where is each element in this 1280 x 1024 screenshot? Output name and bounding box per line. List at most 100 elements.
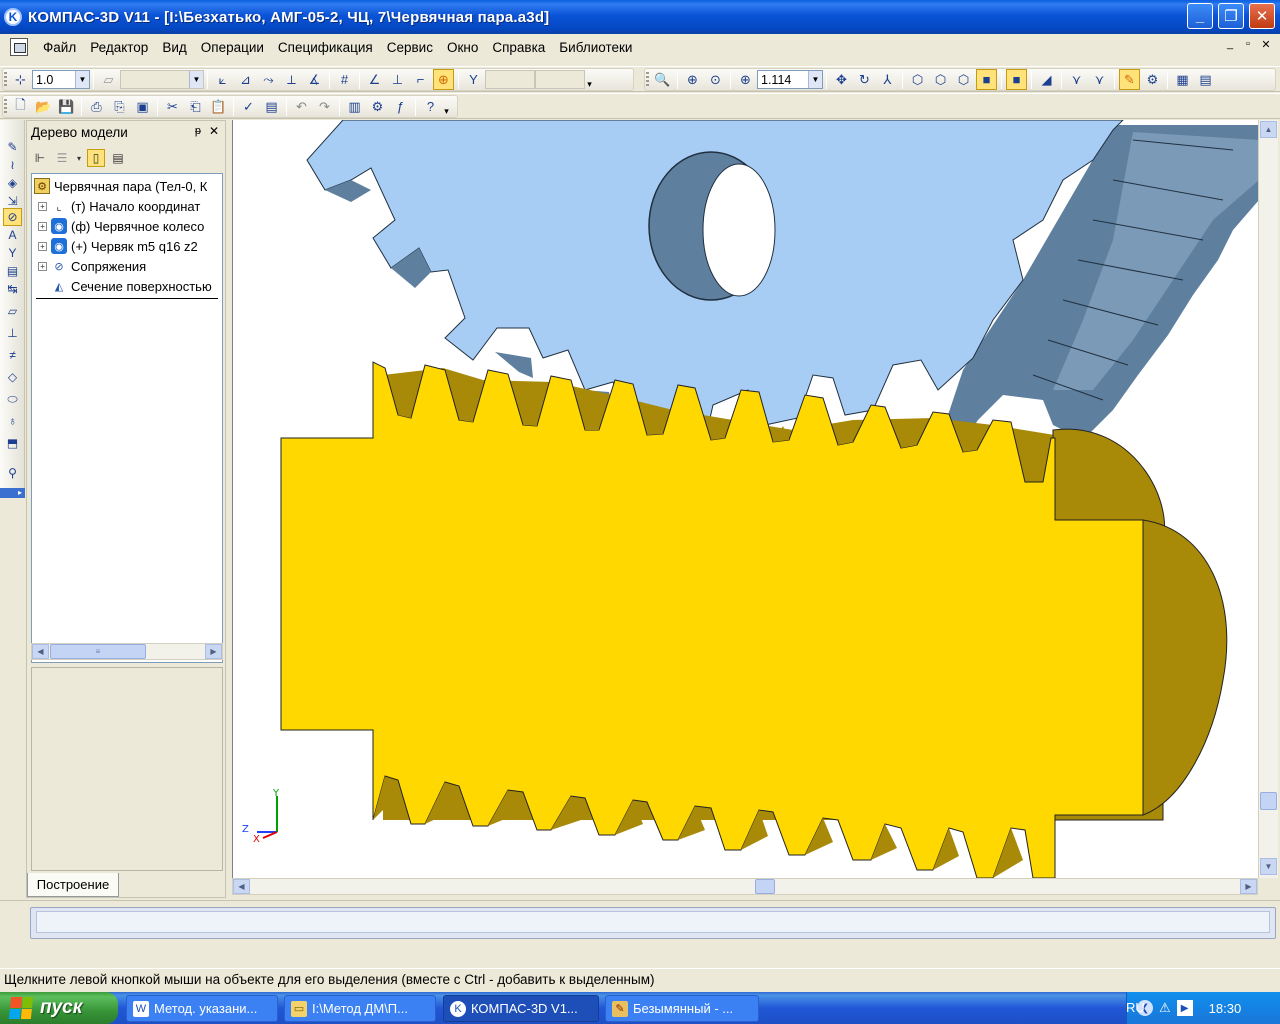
orientation-icon[interactable]: ⅄ [877, 69, 898, 90]
tree-view-icon[interactable]: ☰ [53, 149, 71, 167]
selection-filter-icon[interactable]: ⋎ [1089, 69, 1110, 90]
grid-icon[interactable]: # [334, 69, 355, 90]
undo-icon[interactable]: ↶ [291, 96, 312, 117]
task-button-kompas[interactable]: K КОМПАС-3D V1... [443, 995, 599, 1022]
library-manager-icon[interactable]: ⚙ [1142, 69, 1163, 90]
toolbar-options-icon[interactable]: ▾ [442, 96, 451, 117]
close-icon[interactable]: ✕ [209, 124, 219, 138]
model-viewport[interactable]: Y Z X [232, 120, 1258, 878]
viewport-horizontal-scrollbar[interactable]: ◀ ▶ [232, 878, 1258, 895]
scrollbar-thumb[interactable] [1260, 792, 1277, 810]
tree-order-icon[interactable]: ▯ [87, 149, 105, 167]
tree-horizontal-scrollbar[interactable]: ◀ ≡ ▶ [31, 643, 223, 660]
chevron-down-icon[interactable]: ▾ [75, 149, 83, 167]
chevron-down-icon[interactable]: ▼ [189, 71, 203, 88]
rotate-icon[interactable]: ↻ [854, 69, 875, 90]
kompas-logo-icon[interactable]: K [4, 8, 22, 26]
normal-plane-icon[interactable]: ⬭ [3, 390, 22, 408]
round-icon[interactable]: ∡ [304, 69, 325, 90]
save-icon[interactable]: 💾 [56, 96, 77, 117]
tree-item-root[interactable]: ⚙ Червячная пара (Тел-0, К [34, 176, 222, 196]
local-cs-icon[interactable]: ⟀ [212, 69, 233, 90]
spec-icon[interactable]: ▤ [3, 262, 22, 280]
tree-item-worm-wheel[interactable]: + ◉ (ф) Червячное колесо [38, 216, 222, 236]
start-button[interactable]: пуск [0, 992, 118, 1024]
filter-icon[interactable]: ⋎ [1066, 69, 1087, 90]
print-icon[interactable]: ⎙ [86, 96, 107, 117]
layer-icon[interactable]: ▱ [98, 69, 119, 90]
library-icon[interactable]: ▥ [344, 96, 365, 117]
manager-icon[interactable]: ▤ [261, 96, 282, 117]
expand-icon[interactable]: + [38, 261, 47, 271]
measure-icon[interactable]: A [3, 226, 22, 244]
filter-icon[interactable]: Y [3, 244, 22, 262]
scale-combo[interactable]: 1.0 ▼ [32, 70, 90, 89]
sketch-plane-icon[interactable]: ⊿ [235, 69, 256, 90]
zoom-combo[interactable]: 1.114 ▼ [757, 70, 823, 89]
task-button-paint[interactable]: ✎ Безымянный - ... [605, 995, 759, 1022]
scroll-up-icon[interactable]: ▲ [1260, 121, 1277, 138]
expand-icon[interactable]: + [38, 221, 47, 231]
scrollbar-thumb[interactable] [755, 879, 775, 894]
dynamic-snap-icon[interactable]: ⊕ [433, 69, 454, 90]
properties-icon[interactable]: ▣ [132, 96, 153, 117]
cut-icon[interactable]: ✂ [162, 96, 183, 117]
tab-construction[interactable]: Построение [27, 873, 119, 897]
scroll-right-icon[interactable]: ▶ [1240, 879, 1257, 894]
specification-icon[interactable]: ▦ [1172, 69, 1193, 90]
tree-item-origin[interactable]: + ⌞ (т) Начало координат [38, 196, 222, 216]
show-all-icon[interactable]: ✎ [1119, 69, 1140, 90]
zoom-fit-icon[interactable]: ⊙ [705, 69, 726, 90]
menu-view[interactable]: Вид [155, 40, 193, 55]
network-icon[interactable]: ⚠ [1159, 1000, 1171, 1016]
tree-structure-icon[interactable]: ⊩ [31, 149, 49, 167]
mates-icon[interactable]: ⊘ [3, 208, 22, 226]
menu-help[interactable]: Справка [485, 40, 552, 55]
no-hidden-lines-icon[interactable]: ⬡ [953, 69, 974, 90]
scroll-right-icon[interactable]: ▶ [205, 644, 222, 659]
toolbar-expand-icon[interactable]: ▸ [0, 488, 25, 498]
step-icon[interactable]: ⌐ [410, 69, 431, 90]
chevron-down-icon[interactable]: ▼ [808, 71, 822, 88]
chevron-down-icon[interactable]: ▼ [75, 71, 89, 88]
menu-editor[interactable]: Редактор [83, 40, 155, 55]
scroll-left-icon[interactable]: ◀ [32, 644, 49, 659]
angle-plane-icon[interactable]: ⬒ [3, 434, 22, 452]
hidden-lines-icon[interactable]: ⬡ [930, 69, 951, 90]
spatial-curves-icon[interactable]: ≀ [3, 156, 22, 174]
paste-icon[interactable]: 📋 [208, 96, 229, 117]
variables-icon[interactable]: ⚙ [367, 96, 388, 117]
menu-operations[interactable]: Операции [194, 40, 271, 55]
mdi-minimize-button[interactable]: _ [1224, 38, 1236, 51]
layer-combo[interactable]: ▼ [120, 70, 204, 89]
tree-item-mates[interactable]: + ⊘ Сопряжения [38, 256, 222, 276]
copy-icon[interactable]: ⎗ [185, 96, 206, 117]
format-painter-icon[interactable]: ✓ [238, 96, 259, 117]
midplane-icon[interactable]: ♁ [3, 412, 22, 430]
snap-icon[interactable]: ⤳ [258, 69, 279, 90]
dimensions-icon[interactable]: ↹ [3, 280, 22, 298]
plane-icon[interactable]: ▱ [3, 302, 22, 320]
zoom-window-icon[interactable]: 🔍 [652, 69, 673, 90]
print-preview-icon[interactable]: ⎘ [109, 96, 130, 117]
language-indicator[interactable]: RU [1126, 1000, 1145, 1015]
pan-icon[interactable]: ✥ [831, 69, 852, 90]
menu-service[interactable]: Сервис [380, 40, 440, 55]
function-icon[interactable]: ƒ [390, 96, 411, 117]
viewport-vertical-scrollbar[interactable]: ▲ ▼ [1258, 120, 1278, 878]
shaded-icon[interactable]: ■ [976, 69, 997, 90]
axis-icon[interactable]: ⊥ [387, 69, 408, 90]
task-button-word[interactable]: W Метод. указани... [126, 995, 278, 1022]
perspective-icon[interactable]: ◢ [1036, 69, 1057, 90]
menu-libraries[interactable]: Библиотеки [552, 40, 639, 55]
tangent-plane-icon[interactable]: ◇ [3, 368, 22, 386]
expand-icon[interactable]: + [38, 201, 47, 211]
menu-file[interactable]: Файл [36, 40, 83, 55]
ortho-icon[interactable]: ⟂ [281, 69, 302, 90]
cursor-y-field[interactable] [535, 70, 585, 89]
surfaces-icon[interactable]: ◈ [3, 174, 22, 192]
shaded-edges-icon[interactable]: ■ [1006, 69, 1027, 90]
tree-item-section[interactable]: ◭ Сечение поверхностью [51, 276, 222, 296]
new-file-icon[interactable]: 🗋 [10, 96, 31, 117]
close-button[interactable]: ✕ [1249, 3, 1275, 29]
